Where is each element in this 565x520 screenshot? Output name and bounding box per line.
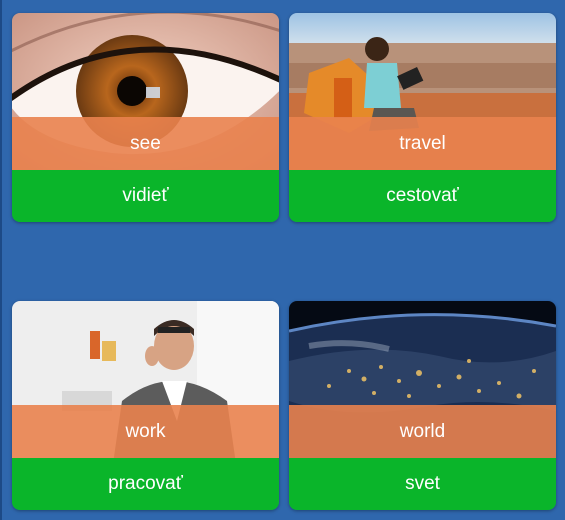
flashcard-travel[interactable]: travel cestovať <box>289 13 556 222</box>
flashcard-world[interactable]: world svet <box>289 301 556 510</box>
slovak-translation: pracovať <box>12 458 279 510</box>
slovak-translation: cestovať <box>289 170 556 222</box>
english-word: work <box>12 405 279 458</box>
left-edge-divider <box>0 0 2 520</box>
english-word: see <box>12 117 279 170</box>
slovak-translation: svet <box>289 458 556 510</box>
english-word: world <box>289 405 556 458</box>
flashcard-see[interactable]: see vidieť <box>12 13 279 222</box>
slovak-translation: vidieť <box>12 170 279 222</box>
flashcard-work[interactable]: work pracovať <box>12 301 279 510</box>
english-word: travel <box>289 117 556 170</box>
